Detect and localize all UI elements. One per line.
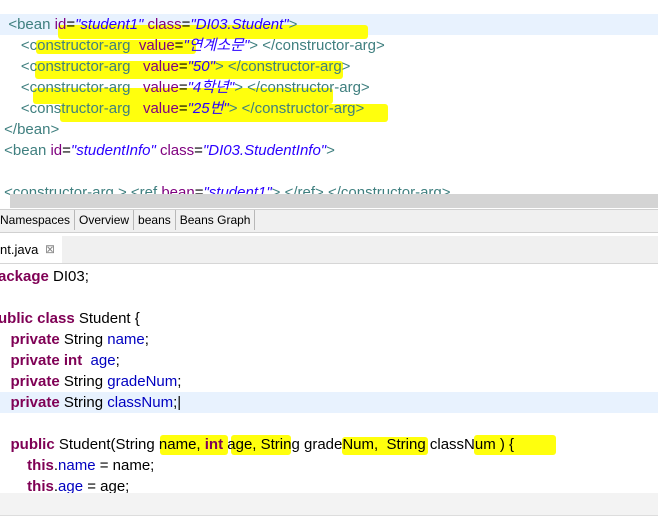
code-token: "연계소문" xyxy=(183,37,250,54)
code-token: > xyxy=(288,16,298,33)
code-token: DI03; xyxy=(48,268,89,285)
horizontal-scrollbar[interactable] xyxy=(10,194,658,208)
code-token: "50" xyxy=(187,58,215,75)
code-token: Student(String name, xyxy=(54,436,205,453)
code-token: Student { xyxy=(74,310,140,327)
code-token: id xyxy=(54,16,67,33)
code-line: ublic class Student { xyxy=(0,308,656,329)
editor-tab-student-java[interactable]: nt.java ⊠ xyxy=(0,236,62,263)
code-token: > </constructor-arg> xyxy=(214,58,351,75)
code-token: this xyxy=(0,457,54,474)
code-token: <constructor-arg xyxy=(0,37,139,54)
code-token: String xyxy=(59,394,108,411)
code-token: = xyxy=(66,16,76,33)
tab-overview[interactable]: Overview xyxy=(75,210,135,230)
code-token: "4학년" xyxy=(187,79,235,96)
code-token: <constructor-arg xyxy=(0,79,143,96)
code-line: ackage DI03; xyxy=(0,266,656,287)
code-token: this xyxy=(0,478,54,493)
code-token: ackage xyxy=(0,268,49,285)
java-editor[interactable]: ackage DI03; ublic class Student { privat… xyxy=(0,264,658,493)
code-token: > </constructor-arg> xyxy=(228,100,365,117)
code-token: class xyxy=(155,142,195,159)
xml-editor[interactable]: <bean id="student1" class="DI03.Student"… xyxy=(0,0,658,209)
code-token: value xyxy=(138,37,175,54)
code-token: ; xyxy=(115,352,120,369)
code-line: private String classNum;| xyxy=(0,392,656,413)
code-token: value xyxy=(142,79,179,96)
code-token: "DI03.Student" xyxy=(190,16,289,33)
code-token: private xyxy=(0,331,60,348)
code-token: = name; xyxy=(95,457,155,474)
code-token: = xyxy=(178,58,188,75)
close-icon[interactable]: ⊠ xyxy=(45,236,55,263)
code-token: "student1" xyxy=(75,16,144,33)
code-token: ; xyxy=(177,373,182,390)
code-token: id xyxy=(50,142,63,159)
code-token: public xyxy=(0,436,55,453)
code-token: <bean xyxy=(0,142,51,159)
code-token: ; xyxy=(144,331,149,348)
code-line: <constructor-arg value="50"> </construct… xyxy=(0,56,658,77)
code-token: private xyxy=(0,373,60,390)
code-line: <constructor-arg value="연계소문"> </constru… xyxy=(0,35,658,56)
code-line: private int age; xyxy=(0,350,656,371)
design-tab-bar: Namespaces Overview beans Beans Graph xyxy=(0,209,658,233)
code-line: </bean> xyxy=(0,119,658,140)
code-token: > xyxy=(326,142,335,159)
code-token: String xyxy=(59,373,108,390)
code-token: gradeNum xyxy=(107,373,178,390)
code-token: class xyxy=(143,16,182,33)
code-token: value xyxy=(142,58,179,75)
code-token: "studentInfo" xyxy=(70,142,156,159)
code-token: ;| xyxy=(173,394,182,411)
code-token: age xyxy=(90,352,116,369)
code-line: private String gradeNum; xyxy=(0,371,656,392)
tab-beans[interactable]: beans xyxy=(134,210,176,230)
code-token: age, String gradeNum, String classNum ) … xyxy=(223,436,515,453)
editor-tab-label: nt.java xyxy=(0,242,39,257)
code-token: ublic class xyxy=(0,310,75,327)
tab-beans-graph[interactable]: Beans Graph xyxy=(176,210,256,230)
bottom-panel xyxy=(0,493,658,516)
code-line: <constructor-arg value="25번"> </construc… xyxy=(0,98,658,119)
code-token: = xyxy=(178,79,188,96)
code-line: <bean id="studentInfo" class="DI03.Stude… xyxy=(0,140,658,161)
code-token: "25번" xyxy=(187,100,229,117)
code-token: = xyxy=(194,142,203,159)
code-token: <constructor-arg xyxy=(0,100,143,117)
code-token: > </constructor-arg> xyxy=(249,37,385,54)
code-token: > </constructor-arg> xyxy=(234,79,370,96)
code-line: public Student(String name, int age, Str… xyxy=(0,434,656,455)
code-token: = xyxy=(62,142,71,159)
code-token: = age; xyxy=(83,478,130,493)
code-line: <bean id="student1" class="DI03.Student"… xyxy=(0,14,658,35)
code-token: String xyxy=(59,331,108,348)
code-token: name xyxy=(58,457,96,474)
editor-tab-bar: nt.java ⊠ xyxy=(0,236,658,264)
code-token: <bean xyxy=(0,16,55,33)
code-token: private int xyxy=(0,352,83,369)
code-token: name xyxy=(107,331,145,348)
code-line: this.name = name; xyxy=(0,455,656,476)
code-line: private String name; xyxy=(0,329,656,350)
code-token: value xyxy=(142,100,179,117)
code-token: = xyxy=(178,100,188,117)
code-token: </bean> xyxy=(0,121,60,138)
code-token: age xyxy=(58,478,84,493)
code-token: <constructor-arg xyxy=(0,58,143,75)
code-token: classNum xyxy=(107,394,174,411)
code-token: int xyxy=(204,436,224,453)
code-line: this.age = age; xyxy=(0,476,656,493)
code-line: <constructor-arg value="4학년"> </construc… xyxy=(0,77,658,98)
code-token: "DI03.StudentInfo" xyxy=(202,142,327,159)
tab-namespaces[interactable]: Namespaces xyxy=(0,210,76,230)
code-token: private xyxy=(0,394,60,411)
